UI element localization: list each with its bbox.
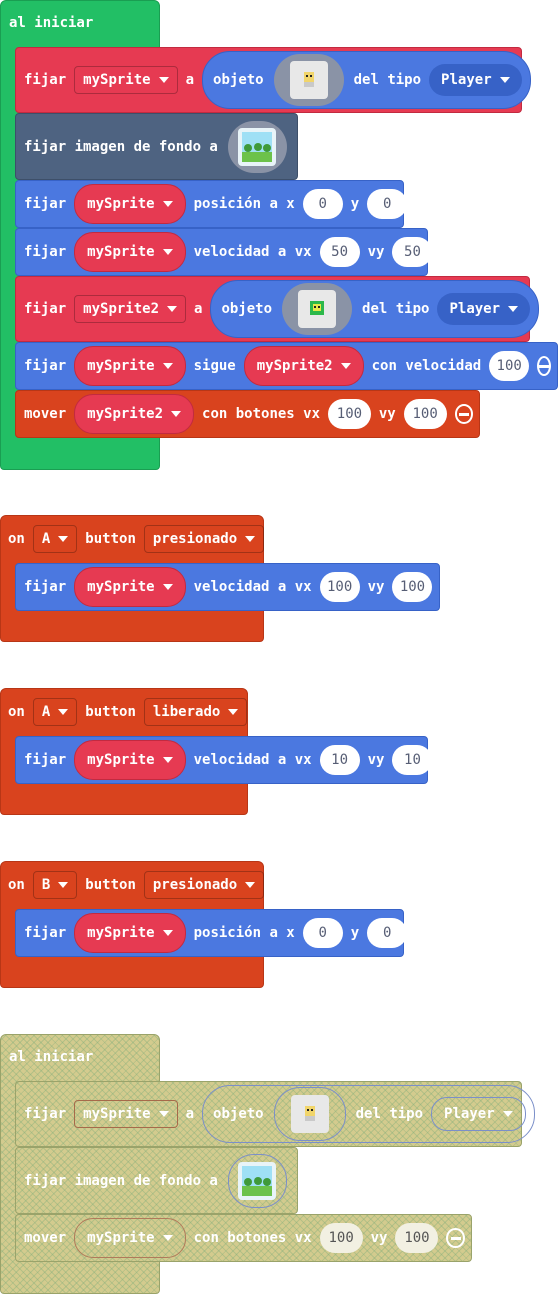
variable-dropdown[interactable]: mySprite	[74, 740, 186, 780]
set-velocity-row[interactable]: fijar mySprite velocidad a vx 50 vy 50	[15, 228, 433, 276]
variable-dropdown[interactable]: mySprite	[74, 232, 186, 272]
chevron-down-icon	[167, 306, 178, 312]
sprite-image-icon	[289, 61, 328, 99]
chevron-down-icon	[162, 363, 173, 369]
background-image-picker[interactable]	[227, 120, 287, 173]
variable-dropdown[interactable]: mySprite	[74, 1100, 178, 1128]
vy-input[interactable]: 100	[392, 572, 433, 602]
chevron-down-icon	[158, 1111, 169, 1117]
follow-row[interactable]: fijar mySprite sigue mySprite2 con veloc…	[15, 342, 558, 390]
chevron-down-icon	[162, 249, 173, 255]
chevron-down-icon	[245, 536, 256, 542]
set-position-row[interactable]: fijar mySprite posición a x 0 y 0	[15, 180, 408, 228]
vx-input[interactable]: 50	[319, 237, 360, 267]
variable-dropdown[interactable]: mySprite	[74, 66, 178, 94]
set-velocity-row[interactable]: fijar mySprite velocidad a vx 100 vy 100	[15, 563, 440, 611]
minus-icon[interactable]	[446, 1228, 466, 1248]
on-start-label: al iniciar	[9, 1049, 94, 1065]
vx-input[interactable]: 100	[319, 572, 360, 602]
on-start-label: al iniciar	[9, 15, 94, 31]
vx-input[interactable]: 100	[319, 1223, 363, 1253]
chevron-down-icon	[508, 306, 519, 312]
sprite-image-icon	[290, 1095, 329, 1133]
on-button-header: on A button liberado	[0, 695, 255, 729]
variable-dropdown[interactable]: mySprite	[74, 1218, 186, 1258]
x-input[interactable]: 0	[302, 918, 343, 948]
background-image-icon	[238, 127, 277, 166]
sprite-image-icon	[298, 290, 337, 328]
set-sprite2-row[interactable]: fijar mySprite2 a objeto del tipo Player	[15, 276, 540, 342]
variable-dropdown[interactable]: mySprite	[74, 346, 186, 386]
chevron-down-icon	[58, 536, 69, 542]
kind-dropdown[interactable]: Player	[429, 64, 522, 96]
y-input[interactable]: 0	[367, 918, 408, 948]
vy-input[interactable]: 100	[403, 399, 447, 429]
move-buttons-row[interactable]: mover mySprite con botones vx 100 vy 100	[15, 1214, 472, 1262]
set-background-row[interactable]: fijar imagen de fondo a	[15, 113, 298, 180]
variable-dropdown[interactable]: mySprite2	[74, 295, 187, 323]
chevron-down-icon	[58, 709, 69, 715]
x-input[interactable]: 0	[302, 189, 343, 219]
chevron-down-icon	[171, 411, 182, 417]
kind-dropdown[interactable]: Player	[431, 1097, 526, 1131]
vx-input[interactable]: 100	[328, 399, 371, 429]
sprite-image-picker[interactable]	[282, 283, 353, 335]
chevron-down-icon	[158, 77, 169, 83]
chevron-down-icon	[162, 930, 173, 936]
button-dropdown[interactable]: A	[32, 525, 78, 553]
target-variable-dropdown[interactable]: mySprite2	[243, 346, 364, 386]
on-button-header: on A button presionado	[0, 522, 272, 556]
set-background-row[interactable]: fijar imagen de fondo a	[15, 1147, 298, 1214]
event-dropdown[interactable]: presionado	[143, 525, 265, 553]
button-dropdown[interactable]: A	[32, 698, 78, 726]
background-image-icon	[238, 1161, 277, 1200]
vy-input[interactable]: 50	[392, 237, 433, 267]
variable-dropdown[interactable]: mySprite	[74, 567, 186, 607]
set-velocity-row[interactable]: fijar mySprite velocidad a vx 10 vy 10	[15, 736, 433, 784]
background-image-picker[interactable]	[227, 1153, 287, 1208]
move-buttons-row[interactable]: mover mySprite2 con botones vx 100 vy 10…	[15, 390, 480, 438]
chevron-down-icon	[340, 363, 351, 369]
speed-input[interactable]: 100	[489, 351, 530, 381]
chevron-down-icon	[162, 757, 173, 763]
sprite-create-block[interactable]: objeto del tipo Player	[202, 51, 531, 109]
variable-dropdown[interactable]: mySprite	[74, 913, 186, 953]
sprite-create-block[interactable]: objeto del tipo Player	[202, 1085, 535, 1143]
minus-icon[interactable]	[454, 404, 473, 424]
vy-input[interactable]: 10	[392, 745, 433, 775]
event-dropdown[interactable]: presionado	[143, 871, 265, 899]
variable-dropdown[interactable]: mySprite	[74, 184, 186, 224]
kind-dropdown[interactable]: Player	[437, 293, 531, 325]
sprite-create-block[interactable]: objeto del tipo Player	[210, 280, 540, 338]
chevron-down-icon	[162, 201, 173, 207]
sprite-image-picker[interactable]	[273, 1087, 346, 1141]
chevron-down-icon	[228, 709, 239, 715]
vx-input[interactable]: 10	[319, 745, 360, 775]
on-button-header: on B button presionado	[0, 868, 272, 902]
chevron-down-icon	[245, 882, 256, 888]
chevron-down-icon	[162, 584, 173, 590]
set-sprite-row[interactable]: fijar mySprite a objeto del tipo Player	[15, 47, 531, 113]
event-dropdown[interactable]: liberado	[143, 698, 248, 726]
chevron-down-icon	[502, 1111, 513, 1117]
set-position-row[interactable]: fijar mySprite posición a x 0 y 0	[15, 909, 408, 957]
minus-icon[interactable]	[537, 356, 552, 376]
chevron-down-icon	[499, 77, 510, 83]
button-dropdown[interactable]: B	[32, 871, 78, 899]
vy-input[interactable]: 100	[395, 1223, 439, 1253]
sprite-image-picker[interactable]	[273, 54, 344, 106]
y-input[interactable]: 0	[367, 189, 408, 219]
set-sprite-row[interactable]: fijar mySprite a objeto del tipo Player	[15, 1081, 535, 1147]
chevron-down-icon	[162, 1235, 173, 1241]
chevron-down-icon	[58, 882, 69, 888]
variable-dropdown[interactable]: mySprite2	[74, 394, 195, 434]
